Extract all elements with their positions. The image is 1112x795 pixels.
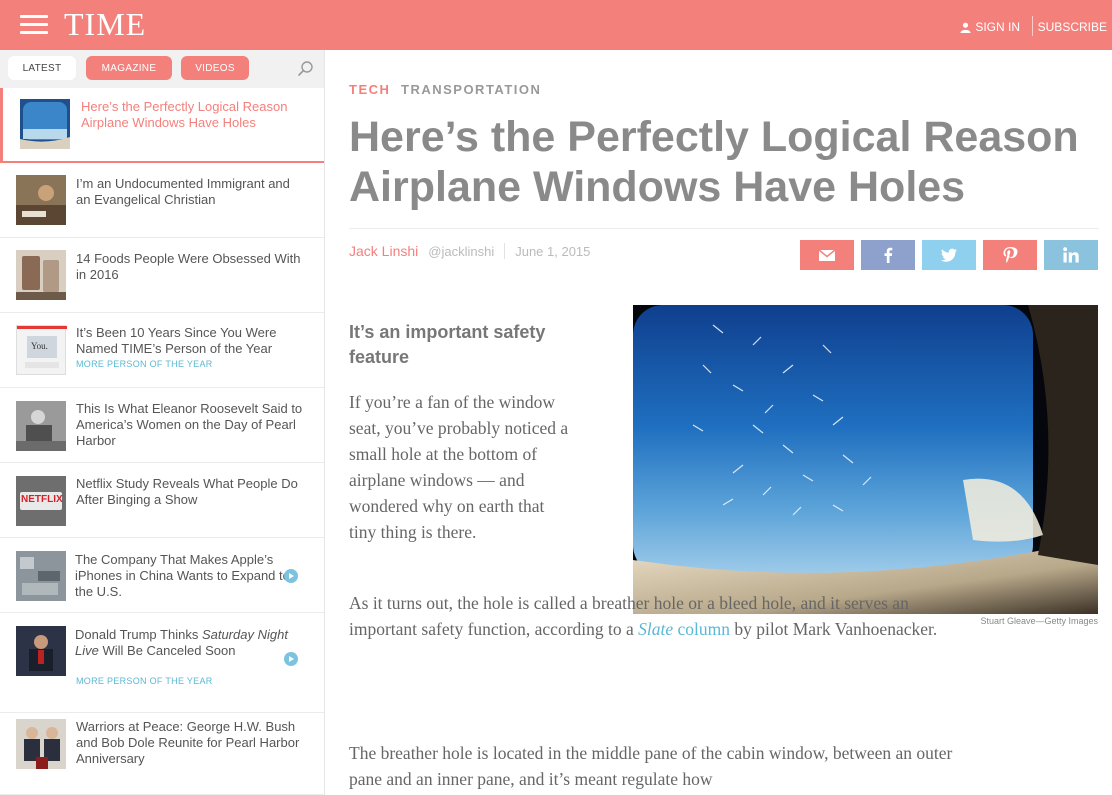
subscribe-link[interactable]: SUBSCRIBE xyxy=(1038,20,1107,34)
twitter-handle-link[interactable]: @jacklinshi xyxy=(428,244,494,259)
more-person-of-year-link[interactable]: MORE PERSON OF THE YEAR xyxy=(76,359,213,369)
tab-latest[interactable]: LATEST xyxy=(8,56,76,80)
sidebar-item-title: This Is What Eleanor Roosevelt Said to A… xyxy=(76,401,303,448)
sidebar-item-title: I’m an Undocumented Immigrant and an Eva… xyxy=(76,176,290,207)
menu-icon[interactable] xyxy=(20,15,48,35)
pinterest-icon xyxy=(1003,247,1018,263)
mail-icon xyxy=(818,249,836,261)
sidebar-item-title: It’s Been 10 Years Since You Were Named … xyxy=(76,325,277,356)
publish-date: June 1, 2015 xyxy=(515,243,591,259)
thumbnail-image xyxy=(16,175,66,225)
thumbnail-image xyxy=(16,719,66,769)
article-paragraph: If you’re a fan of the window seat, you’… xyxy=(349,392,569,542)
play-icon[interactable] xyxy=(284,569,298,583)
section-tag-transportation[interactable]: TRANSPORTATION xyxy=(401,82,541,97)
sidebar-item-airplane-windows[interactable]: Here’s the Perfectly Logical Reason Airp… xyxy=(0,88,324,163)
header-divider xyxy=(1032,16,1033,36)
article-paragraph: The breather hole is located in the midd… xyxy=(349,743,953,789)
time-logo[interactable]: TIME xyxy=(64,6,146,43)
sidebar-item-title: Donald Trump Thinks Saturday Night Live … xyxy=(75,627,288,658)
sidebar-item-title: Here’s the Perfectly Logical Reason Airp… xyxy=(81,99,288,130)
user-icon xyxy=(960,22,971,33)
thumbnail-image: You. xyxy=(16,325,67,375)
sidebar-item-trump-snl[interactable]: Donald Trump Thinks Saturday Night Live … xyxy=(0,613,324,713)
author-link[interactable]: Jack Linshi xyxy=(349,243,418,259)
sign-in-label: SIGN IN xyxy=(975,20,1020,34)
share-email-button[interactable] xyxy=(800,240,854,270)
top-bar: TIME SIGN IN SUBSCRIBE xyxy=(0,0,1112,50)
article-paragraph: As it turns out, the hole is called a br… xyxy=(349,593,938,639)
section-tag-tech[interactable]: TECH xyxy=(349,82,390,97)
sidebar-item-title: The Company That Makes Apple’s iPhones i… xyxy=(75,552,290,599)
thumbnail-image xyxy=(16,626,66,676)
share-pinterest-button[interactable] xyxy=(983,240,1037,270)
thumbnail-image xyxy=(16,551,66,601)
sidebar-item-title: 14 Foods People Were Obsessed With in 20… xyxy=(76,251,301,282)
sidebar-item-immigrant[interactable]: I’m an Undocumented Immigrant and an Eva… xyxy=(0,163,324,238)
search-icon[interactable] xyxy=(297,60,315,78)
sidebar-item-title: Warriors at Peace: George H.W. Bush and … xyxy=(76,719,300,766)
divider xyxy=(349,228,1099,229)
share-twitter-button[interactable] xyxy=(922,240,976,270)
more-person-of-year-link[interactable]: MORE PERSON OF THE YEAR xyxy=(76,676,213,686)
thumbnail-image: NETFLIX xyxy=(16,476,66,526)
thumbnail-image xyxy=(20,99,70,149)
linkedin-icon xyxy=(1063,247,1079,263)
sidebar-item-foods[interactable]: 14 Foods People Were Obsessed With in 20… xyxy=(0,238,324,313)
share-facebook-button[interactable] xyxy=(861,240,915,270)
sidebar-tabs: LATEST MAGAZINE VIDEOS xyxy=(0,50,324,88)
article-photo xyxy=(633,305,1098,614)
sidebar-item-person-of-year[interactable]: You. It’s Been 10 Years Since You Were N… xyxy=(0,313,324,388)
sidebar-item-eleanor-roosevelt[interactable]: This Is What Eleanor Roosevelt Said to A… xyxy=(0,388,324,463)
sidebar-item-warriors-at-peace[interactable]: Warriors at Peace: George H.W. Bush and … xyxy=(0,713,324,795)
slate-column-link[interactable]: Slate column xyxy=(638,619,730,639)
thumbnail-image xyxy=(16,401,66,451)
sign-in-link[interactable]: SIGN IN xyxy=(960,20,1020,34)
facebook-icon xyxy=(884,247,893,263)
sidebar-item-iphone-company[interactable]: The Company That Makes Apple’s iPhones i… xyxy=(0,538,324,613)
byline: Jack Linshi @jacklinshi June 1, 2015 xyxy=(349,243,590,259)
tab-magazine[interactable]: MAGAZINE xyxy=(86,56,172,80)
share-linkedin-button[interactable] xyxy=(1044,240,1098,270)
twitter-icon xyxy=(940,248,957,262)
byline-divider xyxy=(504,243,506,259)
sidebar-item-title: Netflix Study Reveals What People Do Aft… xyxy=(76,476,298,507)
sidebar: LATEST MAGAZINE VIDEOS Here’s the Perfec… xyxy=(0,50,325,795)
tab-videos[interactable]: VIDEOS xyxy=(181,56,249,80)
play-icon[interactable] xyxy=(284,652,298,666)
sidebar-item-netflix[interactable]: NETFLIX Netflix Study Reveals What Peopl… xyxy=(0,463,324,538)
thumbnail-image xyxy=(16,250,66,300)
article-headline: Here’s the Perfectly Logical Reason Airp… xyxy=(349,113,1079,211)
article-dek: It’s an important safety feature xyxy=(349,322,546,367)
